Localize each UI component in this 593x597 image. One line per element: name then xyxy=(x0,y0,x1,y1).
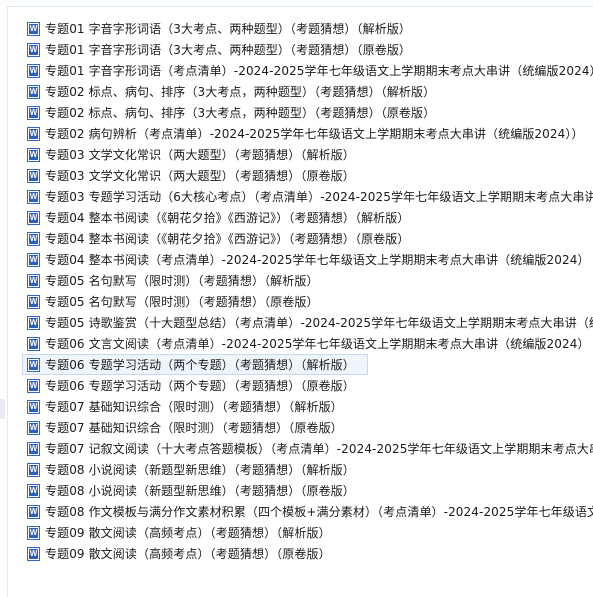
file-item[interactable]: 专题04 整本书阅读（《朝花夕拾》《西游记》）（考题猜想）（原卷版） xyxy=(22,228,593,249)
word-document-icon xyxy=(27,43,40,57)
file-name: 专题08 小说阅读（新题型新思维）（考题猜想）（原卷版） xyxy=(45,484,355,498)
word-document-icon xyxy=(27,211,40,225)
word-document-icon xyxy=(27,442,40,456)
file-item[interactable]: 专题01 字音字形词语（3大考点、两种题型）（考题猜想）（原卷版） xyxy=(22,39,593,60)
word-document-icon xyxy=(27,190,40,204)
file-item[interactable]: 专题01 字音字形词语（3大考点、两种题型）（考题猜想）（解析版） xyxy=(22,18,593,39)
file-item[interactable]: 专题04 整本书阅读（《朝花夕拾》《西游记》）（考题猜想）（解析版） xyxy=(22,207,593,228)
file-name: 专题02 标点、病句、排序（3大考点，两种题型）（考题猜想）（解析版） xyxy=(45,85,436,99)
file-item[interactable]: 专题08 小说阅读（新题型新思维）（考题猜想）（原卷版） xyxy=(22,480,593,501)
file-item[interactable]: 专题02 病句辨析（考点清单）-2024-2025学年七年级语文上学期期末考点大… xyxy=(22,123,593,144)
file-item[interactable]: 专题09 散文阅读（高频考点）（考题猜想）（原卷版） xyxy=(22,543,593,564)
word-document-icon xyxy=(27,400,40,414)
word-document-icon xyxy=(27,22,40,36)
word-document-icon xyxy=(27,85,40,99)
file-name: 专题09 散文阅读（高频考点）（考题猜想）（原卷版） xyxy=(45,547,331,561)
file-item[interactable]: 专题06 专题学习活动（两个专题）（考题猜想）（解析版） xyxy=(22,354,368,375)
pane-splitter-handle[interactable] xyxy=(0,399,5,419)
file-item[interactable]: 专题05 名句默写（限时测）（考题猜想）（解析版） xyxy=(22,270,593,291)
file-name: 专题06 专题学习活动（两个专题）（考题猜想）（原卷版） xyxy=(45,379,355,393)
file-item[interactable]: 专题09 散文阅读（高频考点）（考题猜想）（解析版） xyxy=(22,522,593,543)
file-name: 专题05 诗歌鉴赏（十大题型总结）（考点清单）-2024-2025学年七年级语文… xyxy=(45,316,593,330)
word-document-icon xyxy=(27,253,40,267)
file-item[interactable]: 专题05 名句默写（限时测）（考题猜想）（原卷版） xyxy=(22,291,593,312)
file-item[interactable]: 专题07 基础知识综合（限时测）（考题猜想）（解析版） xyxy=(22,396,593,417)
file-item[interactable]: 专题08 小说阅读（新题型新思维）（考题猜想）（解析版） xyxy=(22,459,593,480)
file-name: 专题07 记叙文阅读（十大考点答题模板）（考点清单）-2024-2025学年七年… xyxy=(45,442,593,456)
word-document-icon xyxy=(27,358,40,372)
word-document-icon xyxy=(27,106,40,120)
file-item[interactable]: 专题08 作文模板与满分作文素材积累（四个模板+满分素材）（考点清单）-2024… xyxy=(22,501,593,522)
word-document-icon xyxy=(27,64,40,78)
file-item[interactable]: 专题02 标点、病句、排序（3大考点，两种题型）（考题猜想）（原卷版） xyxy=(22,102,593,123)
word-document-icon xyxy=(27,169,40,183)
word-document-icon xyxy=(27,484,40,498)
file-item[interactable]: 专题05 诗歌鉴赏（十大题型总结）（考点清单）-2024-2025学年七年级语文… xyxy=(22,312,593,333)
file-name: 专题01 字音字形词语（考点清单）-2024-2025学年七年级语文上学期期末考… xyxy=(45,64,593,78)
word-document-icon xyxy=(27,421,40,435)
file-name: 专题04 整本书阅读（《朝花夕拾》《西游记》）（考题猜想）（原卷版） xyxy=(45,232,410,246)
word-document-icon xyxy=(27,316,40,330)
file-name: 专题02 病句辨析（考点清单）-2024-2025学年七年级语文上学期期末考点大… xyxy=(45,127,584,141)
file-item[interactable]: 专题06 专题学习活动（两个专题）（考题猜想）（原卷版） xyxy=(22,375,593,396)
file-item[interactable]: 专题04 整本书阅读（考点清单）-2024-2025学年七年级语文上学期期末考点… xyxy=(22,249,593,270)
file-list: 专题01 字音字形词语（3大考点、两种题型）（考题猜想）（解析版） 专题01 字音… xyxy=(22,18,593,564)
file-name: 专题04 整本书阅读（《朝花夕拾》《西游记》）（考题猜想）（解析版） xyxy=(45,211,410,225)
word-document-icon xyxy=(27,232,40,246)
word-document-icon xyxy=(27,148,40,162)
word-document-icon xyxy=(27,379,40,393)
file-name: 专题01 字音字形词语（3大考点、两种题型）（考题猜想）（解析版） xyxy=(45,22,412,36)
file-name: 专题03 专题学习活动（6大核心考点）（考点清单）-2024-2025学年七年级… xyxy=(45,190,593,204)
file-name: 专题09 散文阅读（高频考点）（考题猜想）（解析版） xyxy=(45,526,331,540)
word-document-icon xyxy=(27,295,40,309)
file-name: 专题04 整本书阅读（考点清单）-2024-2025学年七年级语文上学期期末考点… xyxy=(45,253,590,267)
word-document-icon xyxy=(27,274,40,288)
file-name: 专题05 名句默写（限时测）（考题猜想）（原卷版） xyxy=(45,295,319,309)
word-document-icon xyxy=(27,127,40,141)
file-item[interactable]: 专题01 字音字形词语（考点清单）-2024-2025学年七年级语文上学期期末考… xyxy=(22,60,593,81)
word-document-icon xyxy=(27,337,40,351)
file-item[interactable]: 专题02 标点、病句、排序（3大考点，两种题型）（考题猜想）（解析版） xyxy=(22,81,593,102)
file-name: 专题03 文学文化常识（两大题型）（考题猜想）（原卷版） xyxy=(45,169,355,183)
file-name: 专题08 小说阅读（新题型新思维）（考题猜想）（解析版） xyxy=(45,463,355,477)
file-item[interactable]: 专题07 记叙文阅读（十大考点答题模板）（考点清单）-2024-2025学年七年… xyxy=(22,438,593,459)
file-name: 专题06 专题学习活动（两个专题）（考题猜想）（解析版） xyxy=(45,358,355,372)
file-item[interactable]: 专题03 文学文化常识（两大题型）（考题猜想）（解析版） xyxy=(22,144,593,165)
navigation-pane xyxy=(0,6,8,597)
file-item[interactable]: 专题03 文学文化常识（两大题型）（考题猜想）（原卷版） xyxy=(22,165,593,186)
file-name: 专题05 名句默写（限时测）（考题猜想）（解析版） xyxy=(45,274,319,288)
file-item[interactable]: 专题03 专题学习活动（6大核心考点）（考点清单）-2024-2025学年七年级… xyxy=(22,186,593,207)
file-name: 专题07 基础知识综合（限时测）（考题猜想）（原卷版） xyxy=(45,421,343,435)
file-name: 专题07 基础知识综合（限时测）（考题猜想）（解析版） xyxy=(45,400,343,414)
word-document-icon xyxy=(27,505,40,519)
word-document-icon xyxy=(27,526,40,540)
toolbar-edge xyxy=(0,0,593,7)
word-document-icon xyxy=(27,463,40,477)
file-name: 专题01 字音字形词语（3大考点、两种题型）（考题猜想）（原卷版） xyxy=(45,43,412,57)
file-name: 专题03 文学文化常识（两大题型）（考题猜想）（解析版） xyxy=(45,148,355,162)
file-name: 专题02 标点、病句、排序（3大考点，两种题型）（考题猜想）（原卷版） xyxy=(45,106,436,120)
file-item[interactable]: 专题06 文言文阅读（考点清单）-2024-2025学年七年级语文上学期期末考点… xyxy=(22,333,593,354)
file-name: 专题06 文言文阅读（考点清单）-2024-2025学年七年级语文上学期期末考点… xyxy=(45,337,590,351)
word-document-icon xyxy=(27,547,40,561)
file-item[interactable]: 专题07 基础知识综合（限时测）（考题猜想）（原卷版） xyxy=(22,417,593,438)
file-name: 专题08 作文模板与满分作文素材积累（四个模板+满分素材）（考点清单）-2024… xyxy=(45,505,593,519)
